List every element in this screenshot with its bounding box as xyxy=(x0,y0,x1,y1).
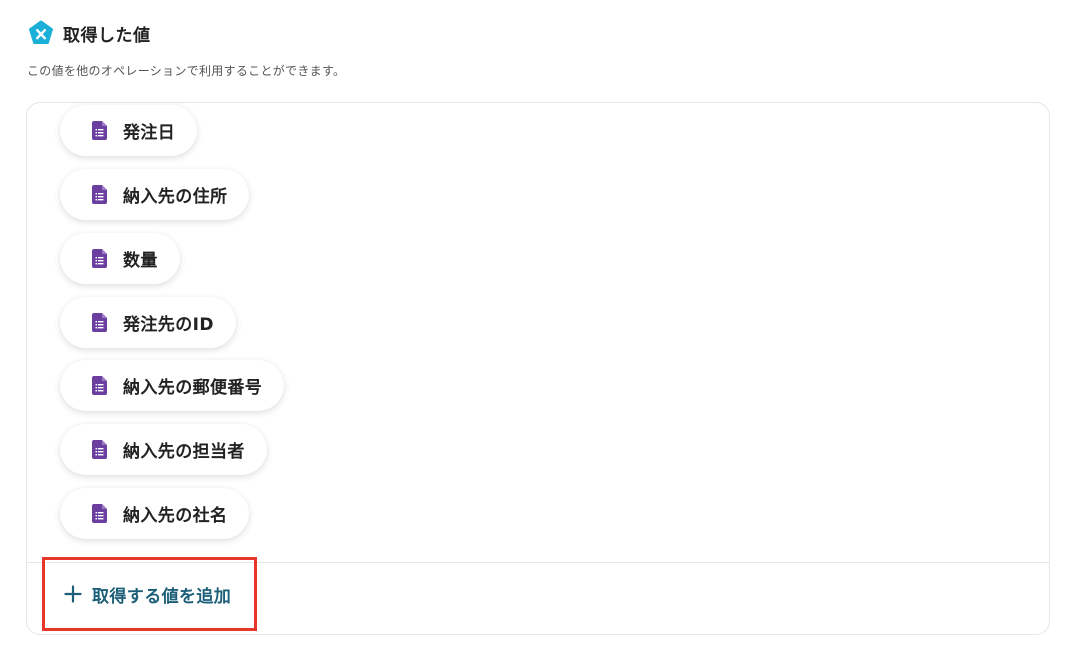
fields-list[interactable]: 発注日 納入先の住所 数量 発注先のID 納入先の郵便番号 納入先の担当者 納入… xyxy=(27,103,1049,562)
form-document-icon xyxy=(92,504,107,523)
section-description: この値を他のオペレーションで利用することができます。 xyxy=(27,64,346,78)
form-document-icon xyxy=(92,185,107,204)
field-chip-label: 数量 xyxy=(123,251,158,271)
form-document-icon xyxy=(92,121,107,140)
field-chip-label: 納入先の担当者 xyxy=(123,442,245,462)
field-chip[interactable]: 納入先の担当者 xyxy=(60,424,267,475)
field-chip-label: 納入先の住所 xyxy=(123,187,228,207)
section-title: 取得した値 xyxy=(63,25,151,46)
section-header: 取得した値 xyxy=(28,20,151,46)
form-document-icon xyxy=(92,440,107,459)
field-chip-label: 発注先のID xyxy=(123,315,214,335)
field-chip[interactable]: 納入先の住所 xyxy=(60,169,250,220)
yoom-logo-icon xyxy=(29,20,53,44)
acquired-values-section: 取得した値 この値を他のオペレーションで利用することができます。 発注日 納入先… xyxy=(0,0,1088,652)
field-chip[interactable]: 納入先の郵便番号 xyxy=(60,360,285,411)
form-document-icon xyxy=(92,249,107,268)
field-chip-label: 発注日 xyxy=(123,123,176,143)
field-chip[interactable]: 納入先の社名 xyxy=(60,488,250,539)
plus-icon xyxy=(64,585,82,603)
form-document-icon xyxy=(92,313,107,332)
field-chip[interactable]: 発注先のID xyxy=(60,297,236,348)
form-document-icon xyxy=(92,376,107,395)
add-value-button-label: 取得する値を追加 xyxy=(92,586,232,607)
add-value-button[interactable]: 取得する値を追加 xyxy=(42,557,257,631)
field-chip-label: 納入先の郵便番号 xyxy=(123,378,263,398)
field-chip[interactable]: 発注日 xyxy=(60,105,198,156)
values-panel: 発注日 納入先の住所 数量 発注先のID 納入先の郵便番号 納入先の担当者 納入… xyxy=(26,102,1050,635)
field-chip-label: 納入先の社名 xyxy=(123,506,228,526)
field-chip[interactable]: 数量 xyxy=(60,233,180,284)
